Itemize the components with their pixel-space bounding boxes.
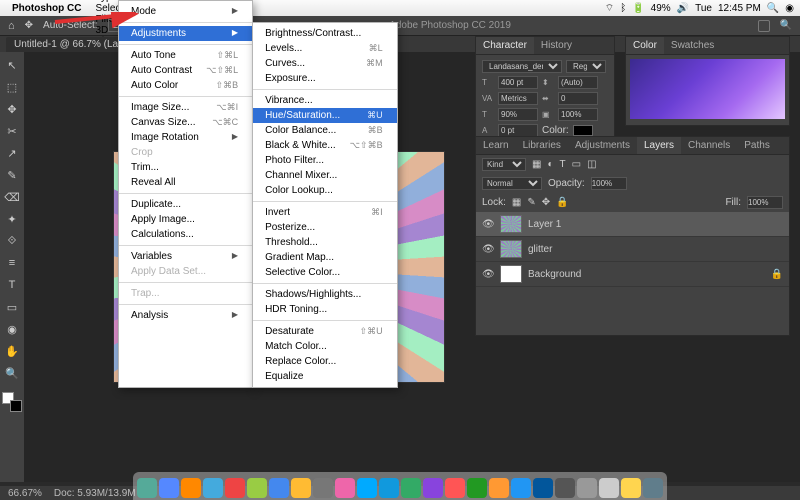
siri-icon[interactable]: ◉ xyxy=(785,3,794,14)
tool-0[interactable]: ↖ xyxy=(3,56,21,74)
menuitem-auto-tone[interactable]: Auto Tone⇧⌘L xyxy=(119,48,252,63)
menuitem-shadows-highlights-[interactable]: Shadows/Highlights... xyxy=(253,287,397,302)
search-icon[interactable]: 🔍 xyxy=(780,20,792,31)
color-swatches[interactable] xyxy=(2,392,22,412)
menuitem-reveal-all[interactable]: Reveal All xyxy=(119,175,252,190)
tool-1[interactable]: ⬚ xyxy=(3,78,21,96)
tool-4[interactable]: ↗ xyxy=(3,144,21,162)
menuitem-equalize[interactable]: Equalize xyxy=(253,369,397,384)
dock-app-23[interactable] xyxy=(643,478,663,498)
doc-size: Doc: 5.93M/13.9M xyxy=(54,488,136,499)
menuitem-brightness-contrast-[interactable]: Brightness/Contrast... xyxy=(253,26,397,41)
tool-2[interactable]: ✥ xyxy=(3,100,21,118)
dock-app-3[interactable] xyxy=(203,478,223,498)
dock-app-13[interactable] xyxy=(423,478,443,498)
menuitem-channel-mixer-[interactable]: Channel Mixer... xyxy=(253,168,397,183)
menuitem-exposure-[interactable]: Exposure... xyxy=(253,71,397,86)
tool-9[interactable]: ≡ xyxy=(3,254,21,272)
clock-day: Tue xyxy=(695,3,712,14)
spotlight-icon[interactable]: 🔍 xyxy=(767,3,779,14)
wifi-icon[interactable]: ⌔ xyxy=(605,2,614,15)
menuitem-desaturate[interactable]: Desaturate⇧⌘U xyxy=(253,324,397,339)
zoom-level[interactable]: 66.67% xyxy=(8,488,42,499)
dock-app-8[interactable] xyxy=(313,478,333,498)
menuitem-gradient-map-[interactable]: Gradient Map... xyxy=(253,250,397,265)
menuitem-calculations-[interactable]: Calculations... xyxy=(119,227,252,242)
dock-app-11[interactable] xyxy=(379,478,399,498)
menuitem-levels-[interactable]: Levels...⌘L xyxy=(253,41,397,56)
tool-7[interactable]: ✦ xyxy=(3,210,21,228)
tool-12[interactable]: ◉ xyxy=(3,320,21,338)
clock-time: 12:45 PM xyxy=(718,3,761,14)
menuitem-trim-[interactable]: Trim... xyxy=(119,160,252,175)
menuitem-color-lookup-[interactable]: Color Lookup... xyxy=(253,183,397,198)
tool-5[interactable]: ✎ xyxy=(3,166,21,184)
menuitem-hue-saturation-[interactable]: Hue/Saturation...⌘U xyxy=(253,108,397,123)
menuitem-vibrance-[interactable]: Vibrance... xyxy=(253,93,397,108)
tool-10[interactable]: T xyxy=(3,276,21,294)
dock-app-15[interactable] xyxy=(467,478,487,498)
workspace-icon[interactable] xyxy=(758,20,770,32)
battery-icon[interactable]: 🔋 xyxy=(632,3,644,14)
menuitem-image-rotation[interactable]: Image Rotation xyxy=(119,130,252,145)
home-icon[interactable]: ⌂ xyxy=(8,20,15,32)
dock-app-17[interactable] xyxy=(511,478,531,498)
dock-app-4[interactable] xyxy=(225,478,245,498)
menuitem-variables[interactable]: Variables xyxy=(119,249,252,264)
menuitem-replace-color-[interactable]: Replace Color... xyxy=(253,354,397,369)
dock-app-12[interactable] xyxy=(401,478,421,498)
tool-3[interactable]: ✂ xyxy=(3,122,21,140)
annotation-arrow xyxy=(50,12,150,32)
dock-app-7[interactable] xyxy=(291,478,311,498)
menuitem-selective-color-[interactable]: Selective Color... xyxy=(253,265,397,280)
bluetooth-icon[interactable]: ᛒ xyxy=(620,3,626,14)
menuitem-photo-filter-[interactable]: Photo Filter... xyxy=(253,153,397,168)
menuitem-image-size-[interactable]: Image Size...⌥⌘I xyxy=(119,100,252,115)
menuitem-match-color-[interactable]: Match Color... xyxy=(253,339,397,354)
menuitem-crop: Crop xyxy=(119,145,252,160)
menuitem-threshold-[interactable]: Threshold... xyxy=(253,235,397,250)
menuitem-auto-contrast[interactable]: Auto Contrast⌥⇧⌘L xyxy=(119,63,252,78)
menuitem-apply-image-[interactable]: Apply Image... xyxy=(119,212,252,227)
menuitem-posterize-[interactable]: Posterize... xyxy=(253,220,397,235)
dock-app-22[interactable] xyxy=(621,478,641,498)
dock-app-5[interactable] xyxy=(247,478,267,498)
volume-icon[interactable]: 🔊 xyxy=(677,3,689,14)
dock-app-20[interactable] xyxy=(577,478,597,498)
menuitem-analysis[interactable]: Analysis xyxy=(119,308,252,323)
dock-app-6[interactable] xyxy=(269,478,289,498)
move-tool-icon[interactable]: ✥ xyxy=(25,20,33,31)
dock-app-2[interactable] xyxy=(181,478,201,498)
dock-app-0[interactable] xyxy=(137,478,157,498)
dock-app-1[interactable] xyxy=(159,478,179,498)
mac-dock xyxy=(133,472,667,500)
image-menu: ModeAdjustmentsAuto Tone⇧⌘LAuto Contrast… xyxy=(118,0,253,388)
menuitem-curves-[interactable]: Curves...⌘M xyxy=(253,56,397,71)
menuitem-canvas-size-[interactable]: Canvas Size...⌥⌘C xyxy=(119,115,252,130)
tool-11[interactable]: ▭ xyxy=(3,298,21,316)
tool-6[interactable]: ⌫ xyxy=(3,188,21,206)
menuitem-trap-: Trap... xyxy=(119,286,252,301)
toolbox: ↖ ⬚ ✥ ✂ ↗ ✎ ⌫ ✦ ⟐ ≡ T ▭ ◉ ✋ 🔍 xyxy=(0,52,24,482)
menuitem-black-white-[interactable]: Black & White...⌥⇧⌘B xyxy=(253,138,397,153)
dock-app-19[interactable] xyxy=(555,478,575,498)
dock-app-18[interactable] xyxy=(533,478,553,498)
window-title: Adobe Photoshop CC 2019 xyxy=(389,20,511,31)
menuitem-apply-data-set-: Apply Data Set... xyxy=(119,264,252,279)
menuitem-invert[interactable]: Invert⌘I xyxy=(253,205,397,220)
battery-pct: 49% xyxy=(651,3,671,14)
menuitem-color-balance-[interactable]: Color Balance...⌘B xyxy=(253,123,397,138)
dock-app-9[interactable] xyxy=(335,478,355,498)
dock-app-16[interactable] xyxy=(489,478,509,498)
dock-app-14[interactable] xyxy=(445,478,465,498)
menuitem-auto-color[interactable]: Auto Color⇧⌘B xyxy=(119,78,252,93)
menuitem-duplicate-[interactable]: Duplicate... xyxy=(119,197,252,212)
tool-14[interactable]: 🔍 xyxy=(3,364,21,382)
dock-app-21[interactable] xyxy=(599,478,619,498)
adjustments-submenu: Brightness/Contrast...Levels...⌘LCurves.… xyxy=(252,22,398,388)
tool-13[interactable]: ✋ xyxy=(3,342,21,360)
tool-8[interactable]: ⟐ xyxy=(3,232,21,250)
menuitem-hdr-toning-[interactable]: HDR Toning... xyxy=(253,302,397,317)
dock-app-10[interactable] xyxy=(357,478,377,498)
